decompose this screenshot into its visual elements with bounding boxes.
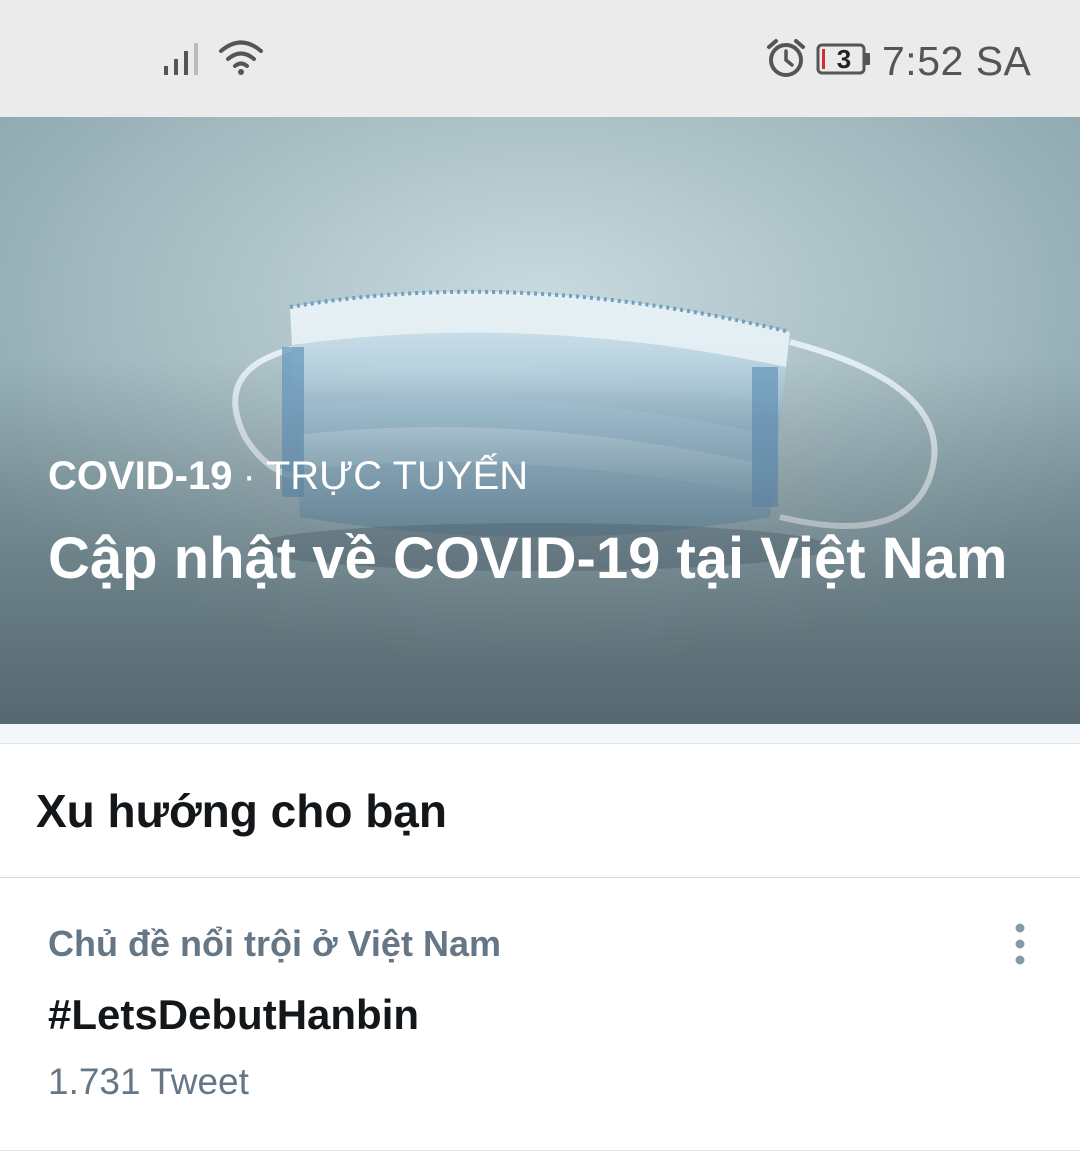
- hero-topic: COVID-19: [48, 454, 233, 498]
- trend-context: Chủ đề nổi trội ở Việt Nam: [48, 923, 501, 964]
- hero-separator: ·: [242, 454, 256, 498]
- hero-headline[interactable]: Cập nhật về COVID-19 tại Việt Nam: [48, 523, 1008, 595]
- status-bar: 3 7:52 SA: [0, 0, 1080, 117]
- trend-item[interactable]: Chủ đề nổi trội ở Việt Nam #LetsDebutHan…: [0, 878, 1080, 1154]
- trend-hashtag[interactable]: #LetsDebutHanbin: [48, 990, 419, 1040]
- section-title: Xu hướng cho bạn: [36, 785, 447, 837]
- signal-icon: [164, 43, 198, 75]
- trend-tweet-count: 1.731 Tweet: [48, 1061, 249, 1102]
- hero-meta: COVID-19 · TRỰC TUYẾN: [48, 453, 528, 499]
- more-vertical-icon[interactable]: [1006, 922, 1034, 966]
- alarm-icon: [767, 39, 805, 77]
- section-separator: [0, 724, 1080, 744]
- hero-live-status: TRỰC TUYẾN: [265, 454, 529, 498]
- divider: [0, 1150, 1080, 1151]
- wifi-icon: [219, 40, 263, 75]
- status-time: 7:52 SA: [882, 38, 1032, 84]
- covid-hero-card[interactable]: COVID-19 · TRỰC TUYẾN Cập nhật về COVID-19…: [0, 117, 1080, 724]
- battery-level: 3: [836, 44, 852, 74]
